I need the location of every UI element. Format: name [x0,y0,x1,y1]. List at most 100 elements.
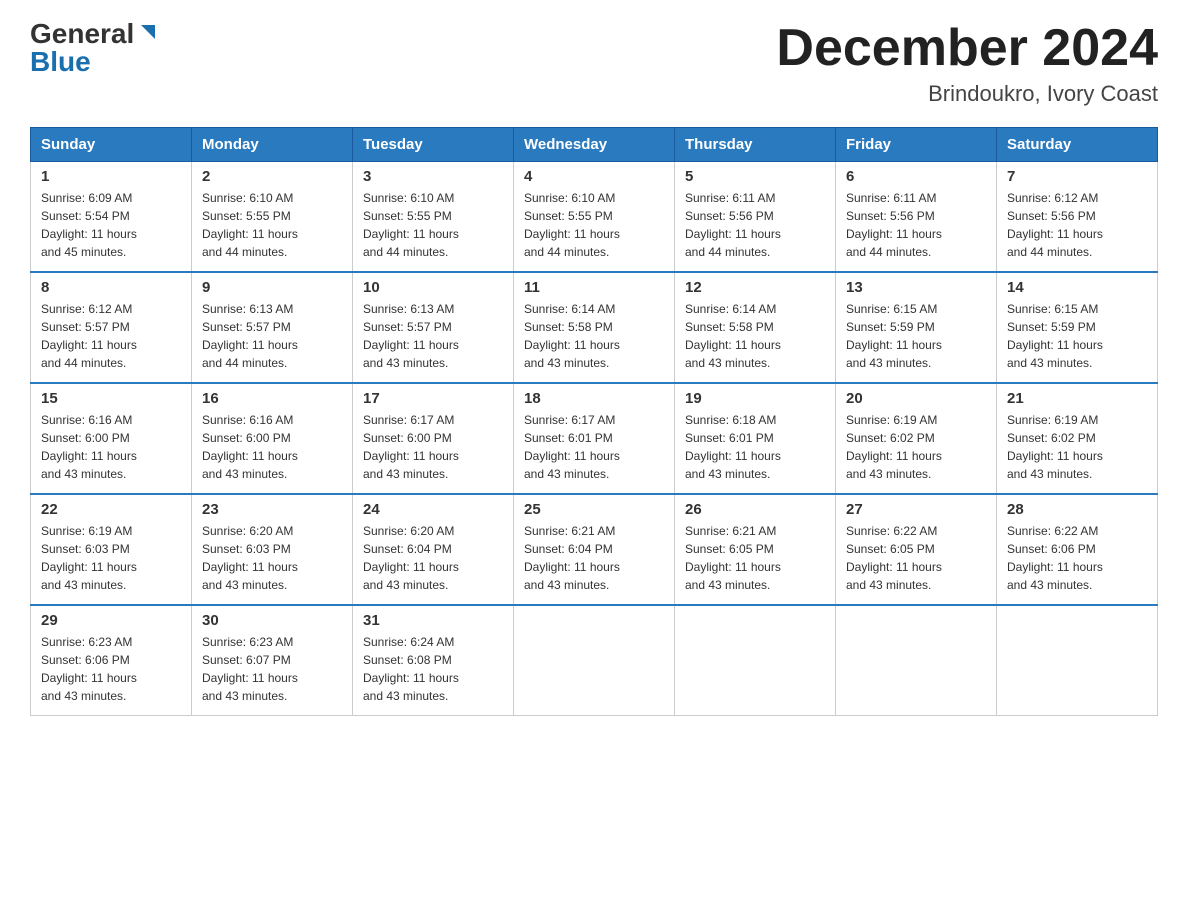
day-info: Sunrise: 6:23 AMSunset: 6:06 PMDaylight:… [41,633,181,705]
calendar-day-cell: 8 Sunrise: 6:12 AMSunset: 5:57 PMDaylight… [31,272,192,383]
calendar-day-cell: 31 Sunrise: 6:24 AMSunset: 6:08 PMDayligh… [353,605,514,716]
location-text: Brindoukro, Ivory Coast [776,81,1158,107]
day-number: 28 [1007,501,1147,518]
day-number: 24 [363,501,503,518]
day-number: 9 [202,279,342,296]
day-info: Sunrise: 6:19 AMSunset: 6:02 PMDaylight:… [1007,411,1147,483]
calendar-week-row: 8 Sunrise: 6:12 AMSunset: 5:57 PMDaylight… [31,272,1158,383]
day-number: 14 [1007,279,1147,296]
day-info: Sunrise: 6:13 AMSunset: 5:57 PMDaylight:… [363,300,503,372]
day-info: Sunrise: 6:17 AMSunset: 6:01 PMDaylight:… [524,411,664,483]
day-number: 7 [1007,168,1147,185]
calendar-day-cell: 7 Sunrise: 6:12 AMSunset: 5:56 PMDaylight… [997,162,1158,273]
calendar-day-cell: 6Sunrise: 6:11 AMSunset: 5:56 PMDaylight… [836,162,997,273]
day-info: Sunrise: 6:12 AMSunset: 5:57 PMDaylight:… [41,300,181,372]
calendar-table: SundayMondayTuesdayWednesdayThursdayFrid… [30,127,1158,716]
calendar-day-cell: 26 Sunrise: 6:21 AMSunset: 6:05 PMDayligh… [675,494,836,605]
day-info: Sunrise: 6:17 AMSunset: 6:00 PMDaylight:… [363,411,503,483]
day-info: Sunrise: 6:21 AMSunset: 6:05 PMDaylight:… [685,522,825,594]
day-info: Sunrise: 6:09 AMSunset: 5:54 PMDaylight:… [41,189,181,261]
day-info: Sunrise: 6:21 AMSunset: 6:04 PMDaylight:… [524,522,664,594]
calendar-day-cell: 14 Sunrise: 6:15 AMSunset: 5:59 PMDayligh… [997,272,1158,383]
day-number: 26 [685,501,825,518]
day-number: 27 [846,501,986,518]
calendar-header-sunday: Sunday [31,128,192,162]
calendar-empty-cell [675,605,836,716]
calendar-day-cell: 23 Sunrise: 6:20 AMSunset: 6:03 PMDayligh… [192,494,353,605]
calendar-day-cell: 10 Sunrise: 6:13 AMSunset: 5:57 PMDayligh… [353,272,514,383]
day-info: Sunrise: 6:19 AMSunset: 6:03 PMDaylight:… [41,522,181,594]
calendar-header-monday: Monday [192,128,353,162]
calendar-day-cell: 11 Sunrise: 6:14 AMSunset: 5:58 PMDayligh… [514,272,675,383]
calendar-day-cell: 18 Sunrise: 6:17 AMSunset: 6:01 PMDayligh… [514,383,675,494]
day-info: Sunrise: 6:16 AMSunset: 6:00 PMDaylight:… [202,411,342,483]
day-number: 31 [363,612,503,629]
day-info: Sunrise: 6:13 AMSunset: 5:57 PMDaylight:… [202,300,342,372]
month-title: December 2024 [776,20,1158,77]
logo-blue-text: Blue [30,48,91,76]
day-info: Sunrise: 6:11 AMSunset: 5:56 PMDaylight:… [685,189,825,261]
calendar-day-cell: 12 Sunrise: 6:14 AMSunset: 5:58 PMDayligh… [675,272,836,383]
day-info: Sunrise: 6:20 AMSunset: 6:04 PMDaylight:… [363,522,503,594]
calendar-day-cell: 15 Sunrise: 6:16 AMSunset: 6:00 PMDayligh… [31,383,192,494]
title-block: December 2024 Brindoukro, Ivory Coast [776,20,1158,107]
day-info: Sunrise: 6:11 AMSunset: 5:56 PMDaylight:… [846,189,986,261]
calendar-day-cell: 27 Sunrise: 6:22 AMSunset: 6:05 PMDayligh… [836,494,997,605]
day-number: 17 [363,390,503,407]
day-number: 2 [202,168,342,185]
day-info: Sunrise: 6:19 AMSunset: 6:02 PMDaylight:… [846,411,986,483]
day-number: 30 [202,612,342,629]
calendar-day-cell: 25Sunrise: 6:21 AMSunset: 6:04 PMDayligh… [514,494,675,605]
day-number: 18 [524,390,664,407]
calendar-day-cell: 20Sunrise: 6:19 AMSunset: 6:02 PMDayligh… [836,383,997,494]
day-number: 15 [41,390,181,407]
logo-triangle-icon [137,21,159,43]
logo-general-text: General [30,20,134,48]
calendar-empty-cell [514,605,675,716]
day-number: 8 [41,279,181,296]
day-number: 22 [41,501,181,518]
calendar-day-cell: 24 Sunrise: 6:20 AMSunset: 6:04 PMDayligh… [353,494,514,605]
calendar-day-cell: 1Sunrise: 6:09 AMSunset: 5:54 PMDaylight… [31,162,192,273]
day-info: Sunrise: 6:10 AMSunset: 5:55 PMDaylight:… [363,189,503,261]
day-number: 10 [363,279,503,296]
day-number: 23 [202,501,342,518]
calendar-header-row: SundayMondayTuesdayWednesdayThursdayFrid… [31,128,1158,162]
calendar-day-cell: 21 Sunrise: 6:19 AMSunset: 6:02 PMDayligh… [997,383,1158,494]
calendar-day-cell: 29 Sunrise: 6:23 AMSunset: 6:06 PMDayligh… [31,605,192,716]
calendar-day-cell: 22 Sunrise: 6:19 AMSunset: 6:03 PMDayligh… [31,494,192,605]
day-info: Sunrise: 6:14 AMSunset: 5:58 PMDaylight:… [524,300,664,372]
calendar-week-row: 22 Sunrise: 6:19 AMSunset: 6:03 PMDayligh… [31,494,1158,605]
calendar-header-thursday: Thursday [675,128,836,162]
calendar-day-cell: 5 Sunrise: 6:11 AMSunset: 5:56 PMDaylight… [675,162,836,273]
day-info: Sunrise: 6:14 AMSunset: 5:58 PMDaylight:… [685,300,825,372]
day-info: Sunrise: 6:22 AMSunset: 6:05 PMDaylight:… [846,522,986,594]
calendar-day-cell: 4Sunrise: 6:10 AMSunset: 5:55 PMDaylight… [514,162,675,273]
calendar-header-friday: Friday [836,128,997,162]
calendar-week-row: 29 Sunrise: 6:23 AMSunset: 6:06 PMDayligh… [31,605,1158,716]
calendar-week-row: 15 Sunrise: 6:16 AMSunset: 6:00 PMDayligh… [31,383,1158,494]
day-info: Sunrise: 6:15 AMSunset: 5:59 PMDaylight:… [1007,300,1147,372]
day-number: 4 [524,168,664,185]
calendar-day-cell: 28Sunrise: 6:22 AMSunset: 6:06 PMDayligh… [997,494,1158,605]
calendar-header-tuesday: Tuesday [353,128,514,162]
day-number: 11 [524,279,664,296]
day-number: 29 [41,612,181,629]
day-info: Sunrise: 6:12 AMSunset: 5:56 PMDaylight:… [1007,189,1147,261]
page-header: General Blue December 2024 Brindoukro, I… [30,20,1158,107]
day-info: Sunrise: 6:20 AMSunset: 6:03 PMDaylight:… [202,522,342,594]
calendar-day-cell: 2 Sunrise: 6:10 AMSunset: 5:55 PMDaylight… [192,162,353,273]
calendar-day-cell: 30Sunrise: 6:23 AMSunset: 6:07 PMDayligh… [192,605,353,716]
day-info: Sunrise: 6:24 AMSunset: 6:08 PMDaylight:… [363,633,503,705]
logo: General Blue [30,20,159,76]
day-info: Sunrise: 6:16 AMSunset: 6:00 PMDaylight:… [41,411,181,483]
day-info: Sunrise: 6:10 AMSunset: 5:55 PMDaylight:… [202,189,342,261]
day-number: 19 [685,390,825,407]
day-number: 21 [1007,390,1147,407]
day-number: 16 [202,390,342,407]
day-number: 12 [685,279,825,296]
calendar-week-row: 1Sunrise: 6:09 AMSunset: 5:54 PMDaylight… [31,162,1158,273]
calendar-header-wednesday: Wednesday [514,128,675,162]
day-number: 5 [685,168,825,185]
day-info: Sunrise: 6:15 AMSunset: 5:59 PMDaylight:… [846,300,986,372]
